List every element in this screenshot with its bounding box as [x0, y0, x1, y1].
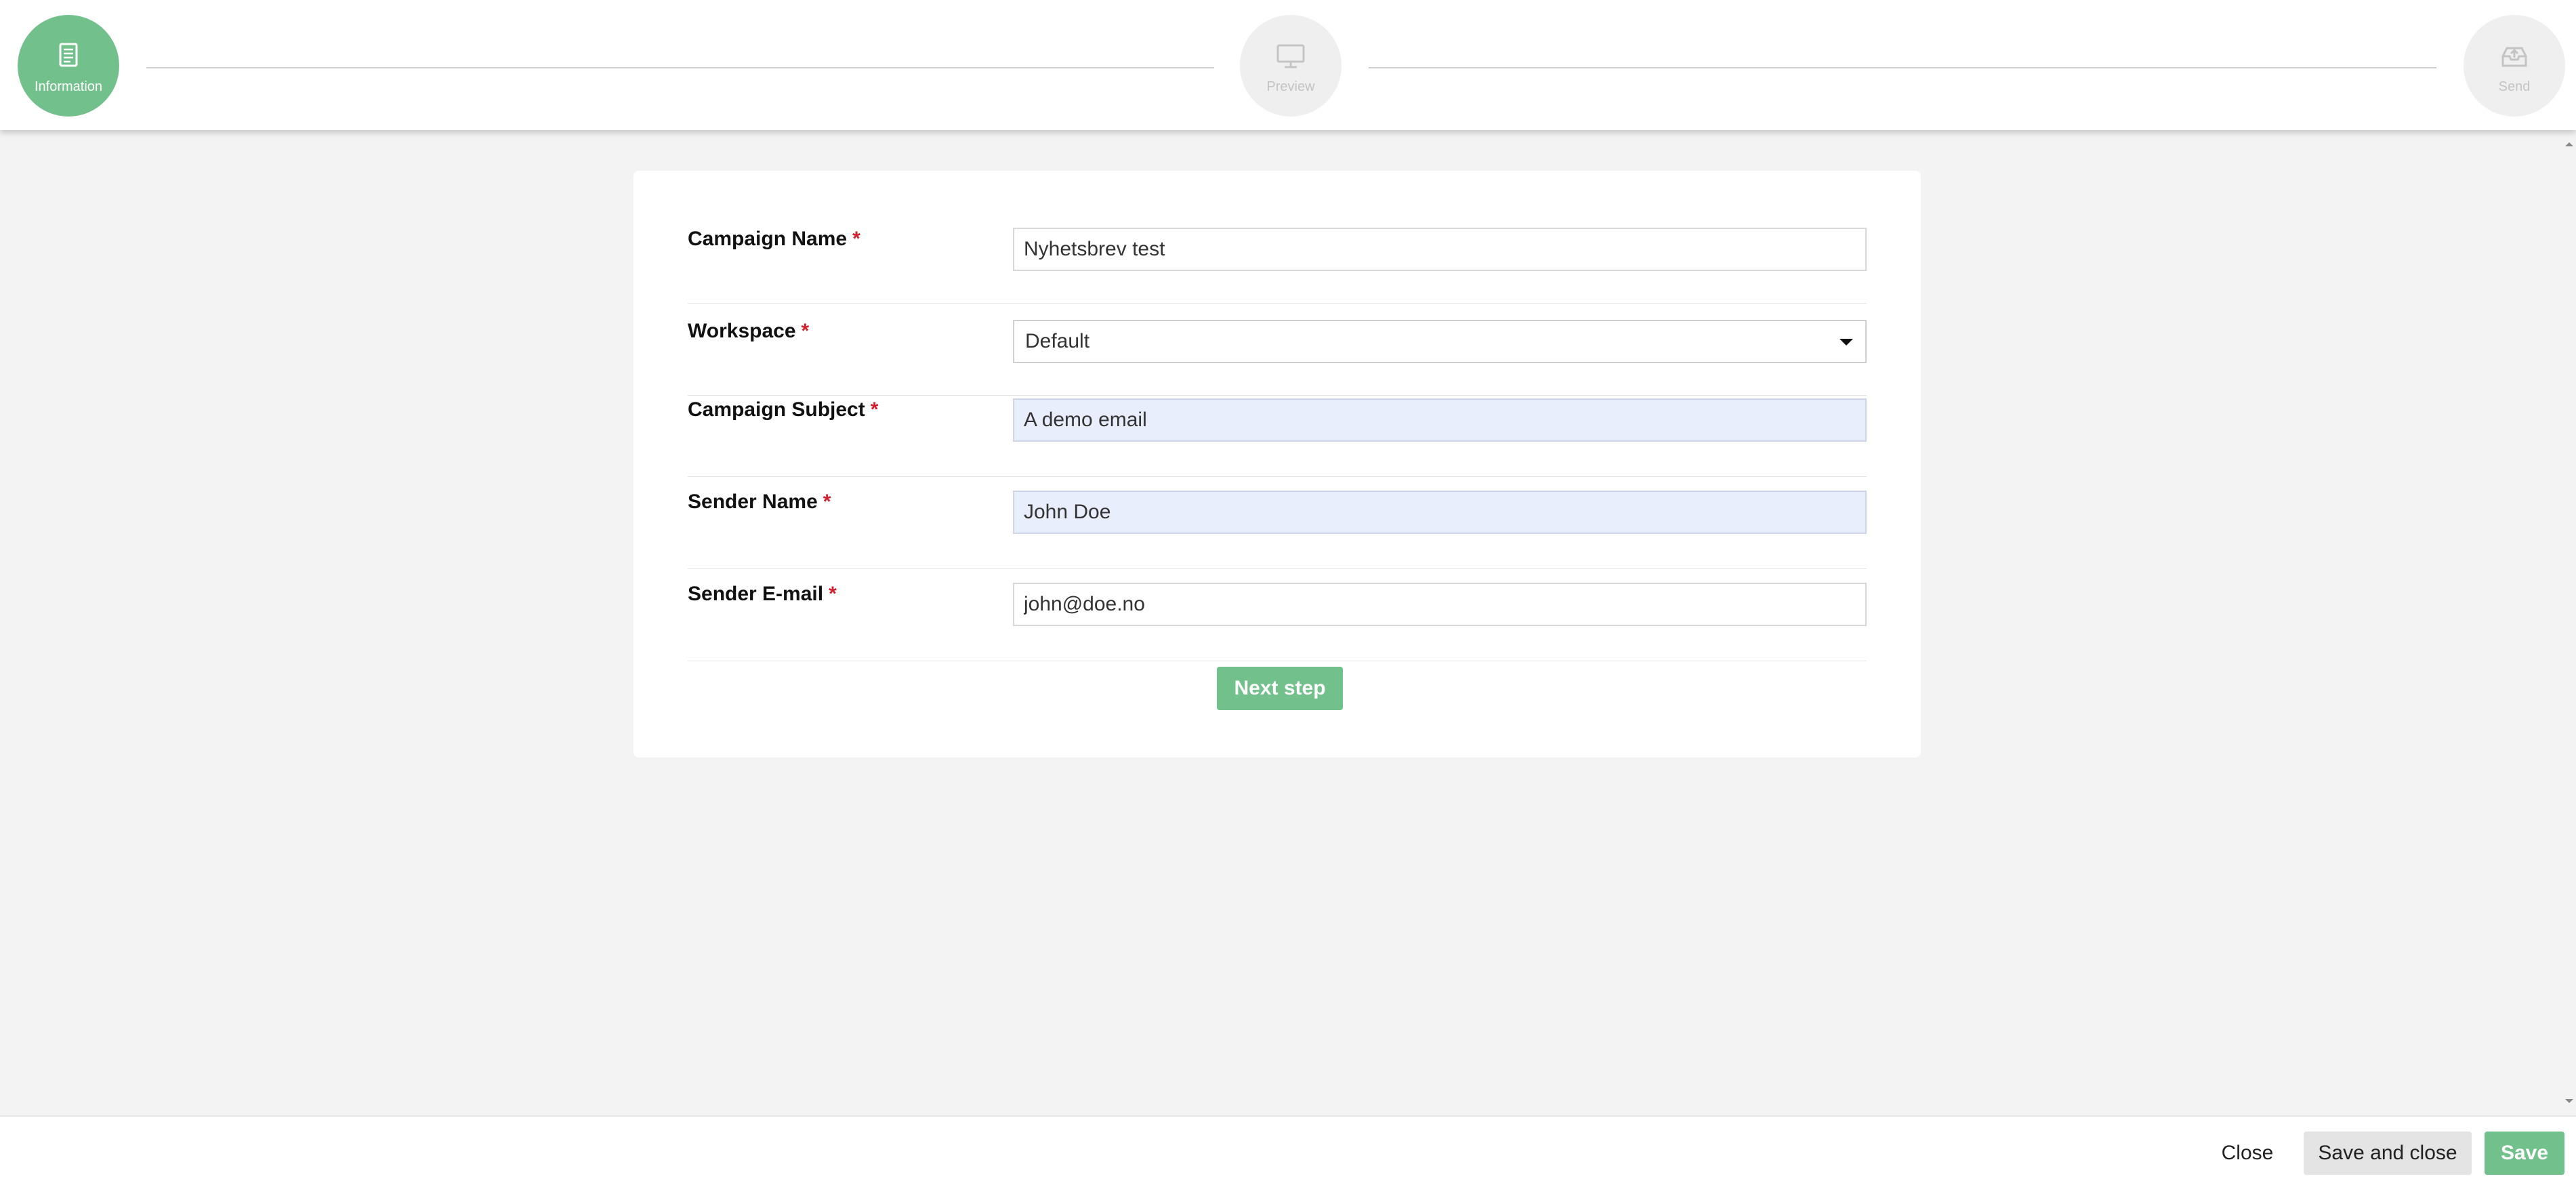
step-send[interactable]: Send [2464, 15, 2565, 117]
step-label: Send [2498, 79, 2531, 94]
campaign-form-card: Campaign Name* Workspace* Default Campai… [633, 171, 1921, 758]
scroll-down-arrow[interactable] [2565, 1099, 2573, 1103]
step-connector [1369, 67, 2436, 68]
required-marker: * [829, 583, 837, 605]
campaign-subject-label: Campaign Subject * [688, 398, 878, 421]
label-text: Sender E-mail [688, 583, 824, 605]
required-marker: * [823, 491, 831, 513]
footer-bar: Close Save and close Save [0, 1115, 2576, 1181]
campaign-name-input[interactable] [1013, 228, 1867, 271]
workspace-select[interactable]: Default [1013, 320, 1867, 363]
campaign-subject-input[interactable] [1013, 398, 1867, 442]
inbox-upload-icon [2501, 47, 2527, 66]
campaign-subject-row: Campaign Subject * [688, 398, 1867, 477]
step-information[interactable]: Information [18, 15, 119, 117]
step-label: Preview [1266, 79, 1315, 94]
save-button[interactable]: Save [2485, 1132, 2564, 1175]
step-connector [146, 67, 1214, 68]
next-step-button[interactable]: Next step [1217, 667, 1343, 710]
wizard-stepper: Information Preview Send [0, 0, 2576, 130]
scroll-up-arrow[interactable] [2565, 142, 2573, 146]
label-text: Campaign Name [688, 228, 848, 250]
sender-name-input[interactable] [1013, 491, 1867, 534]
step-preview[interactable]: Preview [1240, 15, 1342, 117]
workspace-selected-value: Default [1025, 330, 1090, 352]
sender-email-row: Sender E-mail * [688, 583, 1867, 661]
campaign-name-label: Campaign Name * [688, 228, 860, 251]
label-text: Campaign Subject [688, 398, 865, 421]
monitor-icon [1276, 44, 1305, 68]
campaign-name-row: Campaign Name * [688, 228, 1867, 304]
main-content: Campaign Name* Workspace* Default Campai… [0, 130, 2576, 1115]
required-marker: * [852, 228, 860, 250]
sender-email-label: Sender E-mail * [688, 583, 837, 606]
step-label: Information [34, 79, 103, 94]
label-text: Workspace [688, 320, 796, 342]
workspace-row: Workspace * Default [688, 320, 1867, 396]
sender-name-label: Sender Name * [688, 491, 831, 514]
close-button[interactable]: Close [2210, 1132, 2285, 1175]
sender-name-row: Sender Name * [688, 491, 1867, 569]
required-marker: * [801, 320, 810, 342]
chevron-down-icon [1840, 339, 1853, 346]
document-icon [59, 43, 78, 66]
save-and-close-button[interactable]: Save and close [2304, 1132, 2472, 1175]
required-marker: * [870, 398, 879, 421]
sender-email-input[interactable] [1013, 583, 1867, 626]
workspace-label: Workspace * [688, 320, 809, 343]
label-text: Sender Name [688, 491, 818, 513]
